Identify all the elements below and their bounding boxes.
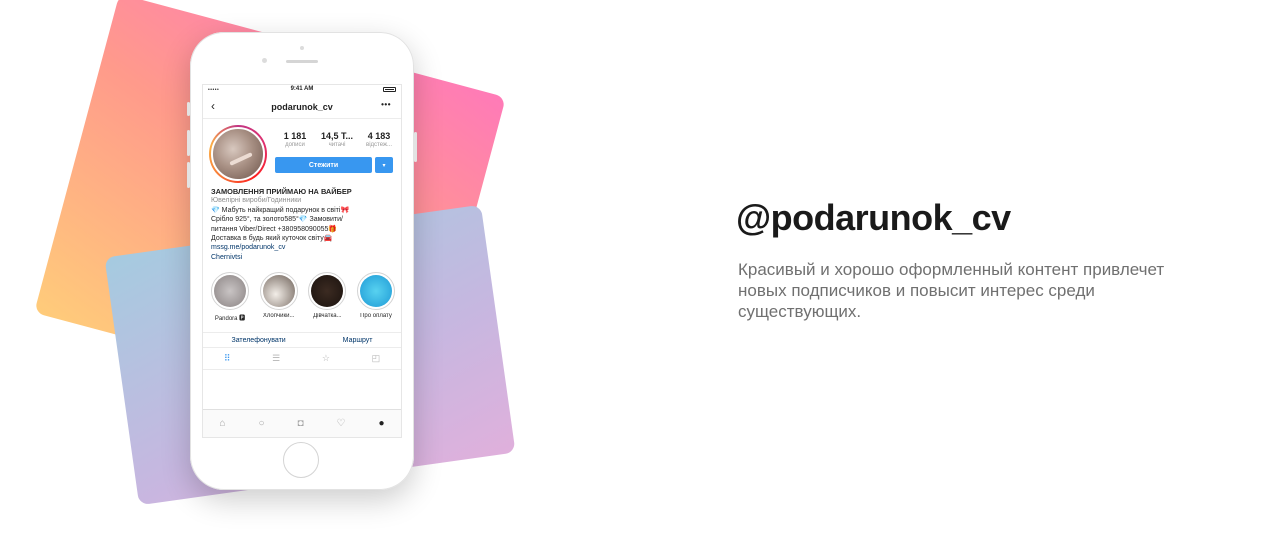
stat-label: дописи [285,142,305,148]
avatar [211,127,265,181]
headline: @podarunok_cv [736,197,1011,238]
earpiece-speaker [286,60,318,63]
back-icon[interactable]: ‹ [211,99,215,113]
highlight-item[interactable]: Дівчатка... [306,272,348,322]
highlight-thumbnail [359,275,392,308]
highlight-ring [356,272,395,311]
highlight-label: Хлопчики... [262,313,295,320]
stat-followers[interactable]: 14,5 Т... читачі [317,131,357,148]
stat-label: відстеж... [366,142,392,148]
profile-bio: ЗАМОВЛЕННЯ ПРИЙМАЮ НА ВАЙБЕР Ювелірні ви… [203,179,401,262]
stat-label: читачі [328,142,346,148]
highlight-thumbnail [214,275,246,308]
highlight-item[interactable]: Pandora 🅿 [209,272,251,322]
star-icon[interactable]: ☆ [322,353,330,364]
highlight-item[interactable]: Про оплату [355,272,397,322]
profile-summary: 1 181 дописи 14,5 Т... читачі 4 183 відс… [203,119,401,183]
instagram-screen: ••••• 9:41 AM ‹ podarunok_cv ••• 1 181 д… [202,84,402,438]
status-bar: ••••• 9:41 AM [203,85,401,95]
avatar-story-ring[interactable] [209,125,267,183]
highlight-label: Pandora 🅿 [214,316,246,323]
chevron-down-icon[interactable]: ▾ [375,157,393,173]
highlight-label: Про оплату [360,313,392,320]
route-button[interactable]: Маршрут [343,337,373,344]
stat-posts[interactable]: 1 181 дописи [275,131,315,148]
heart-icon[interactable]: ♡ [337,418,346,429]
search-icon[interactable]: ○ [259,418,265,429]
highlight-ring [259,272,298,311]
highlight-label: Дівчатка... [313,313,342,320]
home-icon[interactable]: ⌂ [219,418,225,429]
story-highlights: Pandora 🅿 Хлопчики... Дівчатка... Про оп… [203,262,401,322]
profile-view-tabs: ⠿ ☰ ☆ ◰ [203,348,401,371]
battery-icon [383,87,396,92]
front-camera [262,58,267,63]
proximity-sensor [300,46,304,50]
profile-icon[interactable]: ● [378,418,384,429]
stat-value: 1 181 [283,131,307,141]
bio-location[interactable]: Chernivtsi [211,253,393,262]
tagged-photos-icon[interactable]: ◰ [372,353,381,364]
bio-line: Срібло 925°, та золото585°💎 Замовити/ [211,216,343,224]
highlight-item[interactable]: Хлопчики... [258,272,300,322]
bio-line: питання Viber/Direct +380958090055🎁 [211,225,338,233]
profile-username: podarunok_cv [271,101,333,112]
follow-button[interactable]: Стежити [275,157,372,173]
profile-stats: 1 181 дописи 14,5 Т... читачі 4 183 відс… [275,131,399,148]
phone-power-button [414,132,417,162]
phone-volume-up [187,130,190,156]
stat-following[interactable]: 4 183 відстеж... [359,131,399,148]
call-button[interactable]: Зателефонувати [231,337,285,344]
phone-mute-switch [187,102,190,116]
grid-icon[interactable]: ⠿ [224,353,231,364]
follow-actions: Стежити ▾ [275,157,393,173]
bio-name: ЗАМОВЛЕННЯ ПРИЙМАЮ НА ВАЙБЕР [211,187,352,196]
phone-volume-down [187,162,190,188]
list-icon[interactable]: ☰ [272,353,280,364]
phone-mockup: ••••• 9:41 AM ‹ podarunok_cv ••• 1 181 д… [187,32,417,490]
bio-link[interactable]: mssg.me/podarunok_cv [211,243,393,252]
bio-category: Ювелірні вироби/Годинники [211,197,302,205]
contact-actions: Зателефонувати Маршрут [203,332,401,349]
highlight-thumbnail [262,275,295,308]
stat-value: 14,5 Т... [320,131,353,141]
bottom-navigation: ⌂ ○ ◘ ♡ ● [203,409,401,437]
profile-header: ‹ podarunok_cv ••• [203,95,401,119]
more-options-icon[interactable]: ••• [381,100,391,109]
stat-value: 4 183 [367,131,391,141]
description-text: Красивый и хорошо оформленный контент пр… [738,260,1165,321]
home-button [283,442,319,478]
highlight-ring [211,272,249,311]
camera-icon[interactable]: ◘ [298,418,304,429]
status-time: 9:41 AM [290,86,314,92]
highlight-thumbnail [311,275,344,308]
bio-line: 💎 Мабуть найкращий подарунок в світі🎀 [211,206,350,214]
highlight-ring [308,272,347,311]
bio-line: Доставка в будь який куточок світу🚘 [211,235,333,243]
